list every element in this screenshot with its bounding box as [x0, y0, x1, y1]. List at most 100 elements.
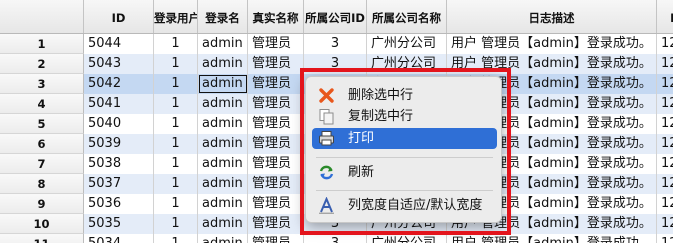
row-header[interactable]: 9 [0, 194, 84, 214]
table-cell[interactable]: 127 [657, 54, 673, 74]
table-cell[interactable]: 127 [657, 74, 673, 94]
table-cell[interactable]: 5044 [84, 34, 154, 54]
table-cell[interactable]: 1 [154, 174, 198, 194]
table-cell[interactable]: 管理员 [248, 214, 304, 234]
header-col-company-name[interactable]: 所属公司名称 [367, 0, 447, 33]
row-header[interactable]: 4 [0, 94, 84, 114]
table-cell[interactable]: 3 [304, 54, 367, 74]
table-cell[interactable]: 5038 [84, 154, 154, 174]
refresh-icon [319, 165, 334, 180]
row-header[interactable]: 5 [0, 114, 84, 134]
table-cell[interactable]: 127 [657, 34, 673, 54]
table-cell[interactable]: admin [198, 174, 248, 194]
row-header[interactable]: 3 [0, 74, 84, 94]
table-cell[interactable]: admin [198, 154, 248, 174]
table-cell[interactable]: 1 [154, 154, 198, 174]
table-cell[interactable]: 1 [154, 74, 198, 94]
table-cell[interactable]: admin [198, 74, 248, 94]
table-cell[interactable]: 5036 [84, 194, 154, 214]
table-cell[interactable]: 127 [657, 214, 673, 234]
table-cell[interactable]: 5042 [84, 74, 154, 94]
header-col-id[interactable]: ID [84, 0, 154, 33]
menu-separator [316, 157, 493, 158]
menu-item-print[interactable]: 打印 [312, 128, 497, 149]
table-cell[interactable]: 127 [657, 234, 673, 243]
table-row[interactable]: 1150341admin管理员3广州分公司用户 管理员【admin】登录成功。1… [0, 234, 673, 243]
table-cell[interactable]: 用户 管理员【admin】登录成功。 [447, 54, 657, 74]
table-cell[interactable]: admin [198, 54, 248, 74]
table-cell[interactable]: 3 [304, 34, 367, 54]
header-col-log-desc[interactable]: 日志描述 [447, 0, 657, 33]
printer-icon [319, 131, 334, 146]
menu-item-label: 列宽度自适应/默认宽度 [348, 198, 483, 213]
table-cell[interactable]: 127 [657, 174, 673, 194]
table-cell[interactable]: 管理员 [248, 154, 304, 174]
table-cell[interactable]: 1 [154, 94, 198, 114]
table-cell[interactable]: 1 [154, 134, 198, 154]
table-row[interactable]: 150441admin管理员3广州分公司用户 管理员【admin】登录成功。12… [0, 34, 673, 54]
menu-separator [316, 190, 493, 191]
table-cell[interactable]: admin [198, 194, 248, 214]
row-header[interactable]: 11 [0, 234, 84, 243]
row-header[interactable]: 6 [0, 134, 84, 154]
table-cell[interactable]: 5035 [84, 214, 154, 234]
table-cell[interactable]: 1 [154, 114, 198, 134]
table-cell[interactable]: 3 [304, 234, 367, 243]
table-cell[interactable]: admin [198, 114, 248, 134]
row-header[interactable]: 10 [0, 214, 84, 234]
row-header[interactable]: 8 [0, 174, 84, 194]
header-col-company-id[interactable]: 所属公司ID [304, 0, 367, 33]
table-cell[interactable]: 管理员 [248, 134, 304, 154]
header-col-ip[interactable]: IP [657, 0, 673, 33]
menu-item-label: 删除选中行 [348, 88, 414, 103]
table-cell[interactable]: 管理员 [248, 54, 304, 74]
table-cell[interactable]: 1 [154, 234, 198, 243]
table-cell[interactable]: 5043 [84, 54, 154, 74]
table-cell[interactable]: 5041 [84, 94, 154, 114]
table-cell[interactable]: 127 [657, 94, 673, 114]
table-cell[interactable]: 5034 [84, 234, 154, 243]
table-cell[interactable]: 管理员 [248, 74, 304, 94]
table-cell[interactable]: 1 [154, 54, 198, 74]
table-cell[interactable]: 管理员 [248, 194, 304, 214]
menu-item-column-width[interactable]: 列宽度自适应/默认宽度 [312, 195, 497, 216]
grid-header: ID登录用户ID登录名真实名称所属公司ID所属公司名称日志描述IP [0, 0, 673, 34]
row-header[interactable]: 7 [0, 154, 84, 174]
menu-item-copy-selected[interactable]: 复制选中行 [312, 106, 497, 127]
menu-item-refresh[interactable]: 刷新 [312, 162, 497, 183]
table-cell[interactable]: 1 [154, 194, 198, 214]
table-cell[interactable]: 1 [154, 214, 198, 234]
table-cell[interactable]: 127 [657, 114, 673, 134]
table-cell[interactable]: admin [198, 134, 248, 154]
row-header[interactable]: 2 [0, 54, 84, 74]
table-cell[interactable]: admin [198, 214, 248, 234]
menu-item-delete-selected[interactable]: 删除选中行 [312, 85, 497, 106]
header-row-number [0, 0, 84, 33]
table-cell[interactable]: 广州分公司 [367, 234, 447, 243]
row-header[interactable]: 1 [0, 34, 84, 54]
table-cell[interactable]: 5039 [84, 134, 154, 154]
delete-x-icon [319, 88, 334, 103]
header-col-user-id[interactable]: 登录用户ID [154, 0, 198, 33]
table-cell[interactable]: 广州分公司 [367, 34, 447, 54]
table-cell[interactable]: 管理员 [248, 114, 304, 134]
table-cell[interactable]: 用户 管理员【admin】登录成功。 [447, 34, 657, 54]
table-cell[interactable]: admin [198, 34, 248, 54]
table-cell[interactable]: 127 [657, 194, 673, 214]
table-cell[interactable]: 5040 [84, 114, 154, 134]
table-cell[interactable]: 127 [657, 134, 673, 154]
header-col-real-name[interactable]: 真实名称 [248, 0, 304, 33]
table-cell[interactable]: admin [198, 94, 248, 114]
table-cell[interactable]: 广州分公司 [367, 54, 447, 74]
table-cell[interactable]: 管理员 [248, 174, 304, 194]
table-cell[interactable]: 管理员 [248, 234, 304, 243]
table-cell[interactable]: 管理员 [248, 94, 304, 114]
table-cell[interactable]: 1 [154, 34, 198, 54]
table-cell[interactable]: 127 [657, 154, 673, 174]
table-cell[interactable]: 管理员 [248, 34, 304, 54]
table-cell[interactable]: admin [198, 234, 248, 243]
table-row[interactable]: 250431admin管理员3广州分公司用户 管理员【admin】登录成功。12… [0, 54, 673, 74]
header-col-login-name[interactable]: 登录名 [198, 0, 248, 33]
table-cell[interactable]: 用户 管理员【admin】登录成功。 [447, 234, 657, 243]
table-cell[interactable]: 5037 [84, 174, 154, 194]
